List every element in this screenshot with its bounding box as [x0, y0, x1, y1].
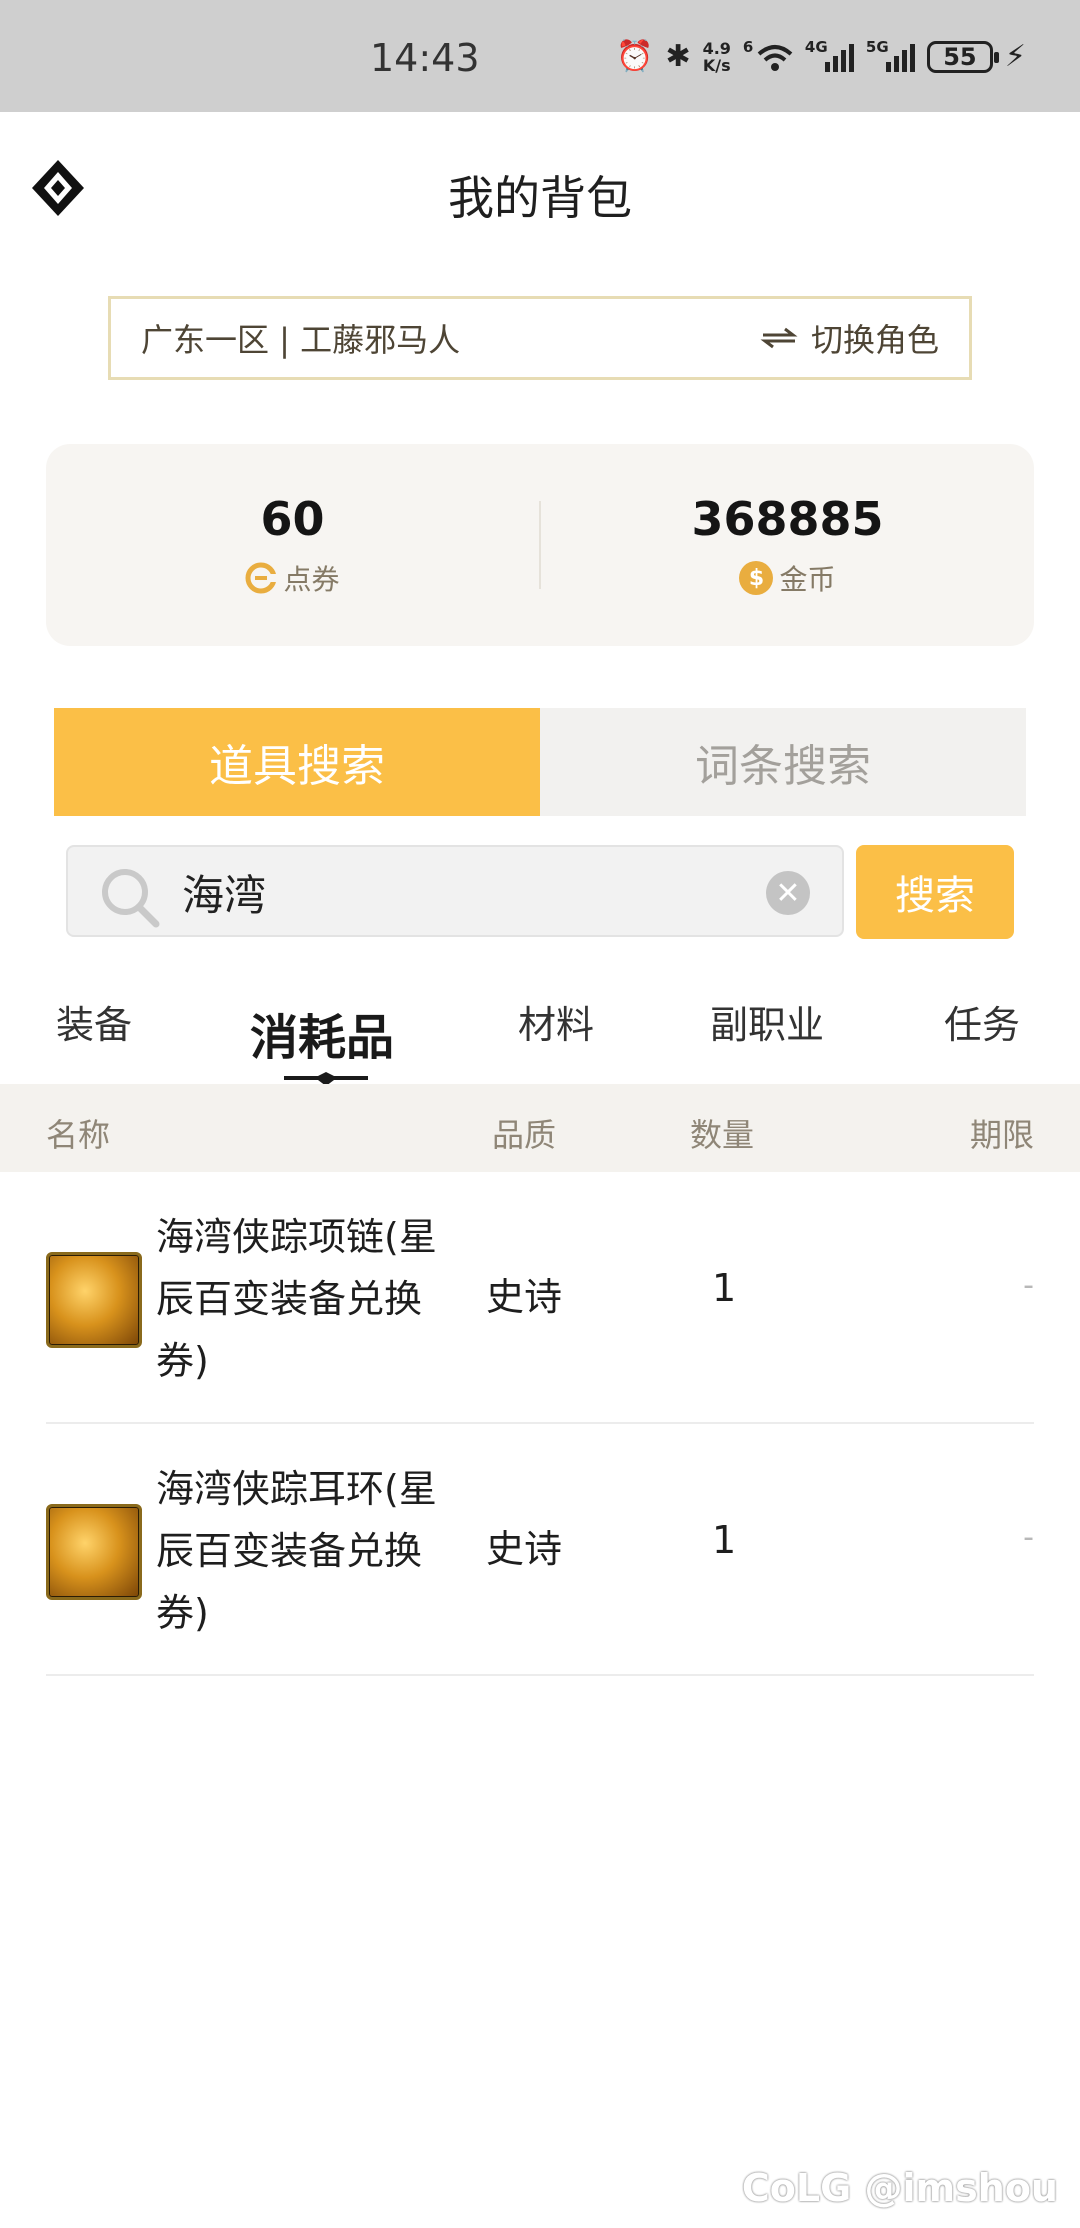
charging-icon: ⚡: [1004, 39, 1026, 74]
table-header: 名称 品质 数量 期限: [0, 1084, 1080, 1172]
switch-role-button[interactable]: 切换角色: [759, 315, 939, 361]
coupon-balance: 60 点券: [46, 444, 539, 646]
battery-icon: 55: [926, 41, 999, 73]
table-row[interactable]: 海湾侠踪项链(星辰百变装备兑换券) 史诗 1 -: [46, 1172, 1034, 1424]
clear-icon[interactable]: ✕: [766, 871, 810, 915]
coupon-label: 点券: [283, 563, 340, 596]
item-quality: 史诗: [486, 1275, 563, 1319]
search-box: ✕: [66, 845, 844, 937]
balance-card: 60 点券 368885 $ 金币: [46, 444, 1034, 646]
my-bag-page: 14:43 ⏰ ✱ 4.9 K/s 6 4G 5G 55 ⚡ 我的背包 广东一区…: [0, 0, 1080, 2228]
page-title: 我的背包: [448, 171, 632, 225]
bluetooth-icon: ✱: [665, 39, 691, 74]
earring-item-icon: [46, 1504, 142, 1600]
category-tabs: 装备 消耗品 材料 副职业 任务: [0, 980, 1080, 1086]
column-quantity: 数量: [690, 1116, 755, 1154]
tab-equipment[interactable]: 装备: [56, 994, 132, 1049]
status-icons: ⏰ ✱ 4.9 K/s 6 4G 5G 55 ⚡: [616, 38, 1026, 75]
tab-quest[interactable]: 任务: [944, 994, 1020, 1049]
tab-sub-profession[interactable]: 副职业: [710, 994, 824, 1049]
item-quantity: 1: [712, 1518, 737, 1562]
search-icon: [102, 869, 160, 928]
cell-signal-4g-icon: 4G: [805, 38, 854, 72]
search-mode-tabs: 道具搜索 词条搜索: [54, 708, 1026, 816]
watermark: CoLG @imshou: [741, 2166, 1058, 2210]
status-time: 14:43: [370, 36, 480, 80]
net-speed: 4.9 K/s: [702, 39, 731, 75]
switch-arrows-icon: [760, 327, 798, 349]
item-quantity: 1: [712, 1266, 737, 1310]
table-row[interactable]: 海湾侠踪耳环(星辰百变装备兑换券) 史诗 1 -: [46, 1424, 1034, 1676]
wifi-icon: 6: [743, 38, 793, 72]
alarm-icon: ⏰: [616, 39, 654, 74]
item-name: 海湾侠踪耳环(星辰百变装备兑换券): [156, 1467, 437, 1635]
coupon-value: 60: [260, 492, 325, 546]
gold-coin-icon: $: [739, 561, 774, 595]
search-input[interactable]: [182, 857, 702, 927]
search-button[interactable]: 搜索: [856, 845, 1014, 939]
status-bar: 14:43 ⏰ ✱ 4.9 K/s 6 4G 5G 55 ⚡: [0, 0, 1080, 112]
tab-attribute-search[interactable]: 词条搜索: [540, 708, 1026, 816]
app-header: 我的背包: [0, 112, 1080, 272]
item-name: 海湾侠踪项链(星辰百变装备兑换券): [156, 1215, 437, 1383]
tab-consumables[interactable]: 消耗品: [250, 998, 394, 1068]
item-quality: 史诗: [486, 1527, 563, 1571]
column-quality: 品质: [492, 1116, 557, 1154]
gold-label: 金币: [779, 563, 836, 596]
role-name: 广东一区 | 工藤邪马人: [141, 321, 461, 359]
item-expiry: -: [1023, 1268, 1034, 1303]
column-name: 名称: [46, 1116, 111, 1154]
necklace-item-icon: [46, 1252, 142, 1348]
coupon-icon: [245, 562, 278, 594]
cell-signal-5g-icon: 5G: [866, 38, 915, 72]
item-expiry: -: [1023, 1520, 1034, 1555]
column-expiry: 期限: [969, 1116, 1034, 1154]
tab-item-search[interactable]: 道具搜索: [54, 708, 540, 816]
tab-materials[interactable]: 材料: [518, 994, 594, 1049]
gold-value: 368885: [691, 492, 884, 546]
gold-balance: 368885 $ 金币: [541, 444, 1034, 646]
role-selector: 广东一区 | 工藤邪马人 切换角色: [108, 296, 972, 380]
switch-role-label: 切换角色: [810, 321, 939, 359]
